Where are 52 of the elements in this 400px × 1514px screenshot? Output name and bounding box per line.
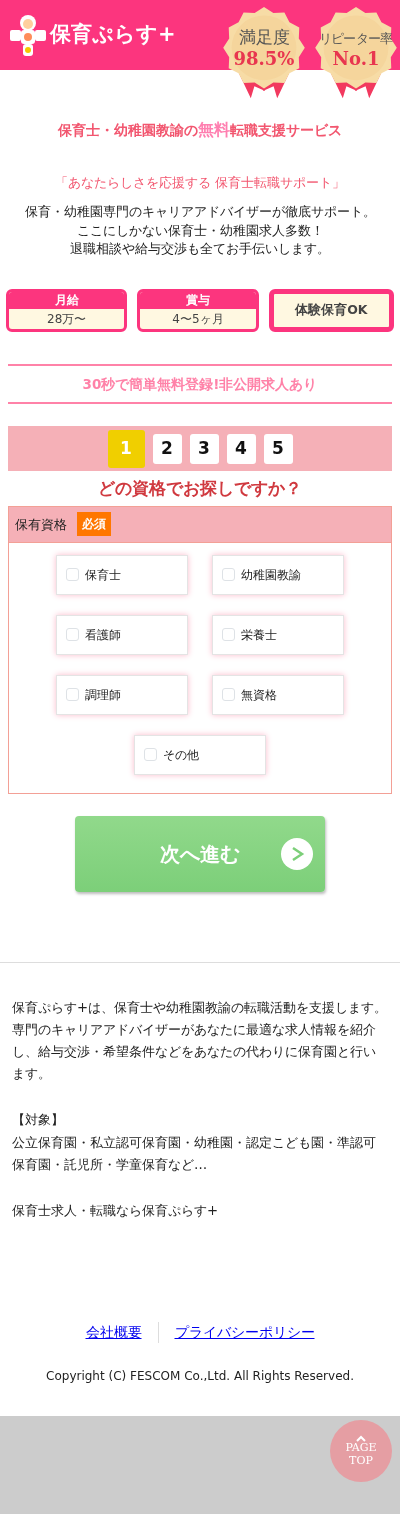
register-banner: 30秒で簡単無料登録!非公開求人あり — [8, 364, 392, 405]
step-number: 5 — [263, 433, 293, 464]
option-label: その他 — [163, 746, 199, 764]
about-text: 保育士求人・転職なら保育ぷらす+ — [12, 1201, 220, 1220]
option-label: 無資格 — [241, 686, 277, 704]
copyright: Copyright (C) FESCOM Co.,Ltd. All Rights Reserved. — [45, 1368, 355, 1386]
checkbox[interactable] — [222, 628, 235, 642]
intro-text: 保育・幼稚園専門のキャリアアドバイザーが徹底サポート。 — [23, 202, 377, 221]
field-label: 保有資格 — [15, 515, 67, 534]
checkbox-option[interactable]: 幼稚園教諭 — [212, 554, 344, 595]
benefit-value: 4〜5ヶ月 — [171, 311, 225, 328]
about-text: 公立保育園・私立認可保育園・幼稚園・認定こども園・準認可保育園・託児所・学童保育など… — [12, 1133, 377, 1174]
checkbox-option[interactable]: 無資格 — [212, 674, 344, 715]
headline: 保育士・幼稚園教諭の無料転職支援サービス — [57, 119, 343, 141]
step-number: 3 — [189, 433, 219, 464]
caret-icon — [356, 1435, 366, 1442]
option-label: 保育士 — [85, 566, 121, 584]
intro-text: ここにしかない保育士・幼稚園求人多数！ — [75, 221, 325, 240]
logo-link[interactable]: 保育ぷらす+ — [10, 13, 176, 57]
benefit-card: 体験保育OK — [268, 289, 394, 332]
checkbox[interactable] — [66, 688, 79, 702]
checkbox-option[interactable]: その他 — [134, 734, 266, 775]
benefit-value: 28万〜 — [46, 311, 88, 328]
checkbox[interactable] — [222, 688, 235, 702]
required-badge: 必須 — [77, 512, 111, 537]
checkbox-option[interactable]: 看護師 — [56, 614, 188, 655]
tagline: 「あなたらしさを応援する 保育士転職サポート」 — [54, 174, 346, 192]
checkbox-option[interactable]: 保育士 — [56, 554, 188, 595]
about-text: 【対象】 — [12, 1111, 65, 1130]
footer-link[interactable]: 会社概要 — [69, 1322, 158, 1344]
about-text: 専門のキャリアアドバイザーがあなたに最適な求人情報を紹介し、給与交渉・希望条件などをあなたの代わりに保育園と行います。 — [12, 1020, 377, 1084]
step-number: 1 — [107, 429, 145, 468]
benefit-label: 月給 — [9, 292, 125, 309]
checkbox[interactable] — [66, 628, 79, 642]
footer-link[interactable]: プライバシーポリシー — [157, 1322, 331, 1344]
question-heading: どの資格でお探しですか？ — [97, 477, 303, 501]
option-label: 調理師 — [85, 686, 121, 704]
option-label: 栄養士 — [241, 626, 277, 644]
logo-icon — [10, 13, 46, 57]
step-number: 4 — [226, 433, 256, 464]
option-label: 幼稚園教諭 — [241, 566, 301, 584]
checkbox[interactable] — [66, 568, 79, 582]
checkbox-option[interactable]: 調理師 — [56, 674, 188, 715]
checkbox[interactable] — [222, 568, 235, 582]
option-label: 看護師 — [85, 626, 121, 644]
checkbox-option[interactable]: 栄養士 — [212, 614, 344, 655]
checkbox[interactable] — [144, 748, 157, 762]
intro-text: 退職相談や給与交渉も全てお手伝いします。 — [69, 240, 331, 259]
about-text: 保育ぷらす+は、保育士や幼稚園教諭の転職活動を支援します。 — [12, 998, 388, 1017]
step-number: 2 — [152, 433, 182, 464]
logo-text: 保育ぷらす+ — [50, 21, 176, 49]
benefit-label: 賞与 — [140, 292, 256, 309]
